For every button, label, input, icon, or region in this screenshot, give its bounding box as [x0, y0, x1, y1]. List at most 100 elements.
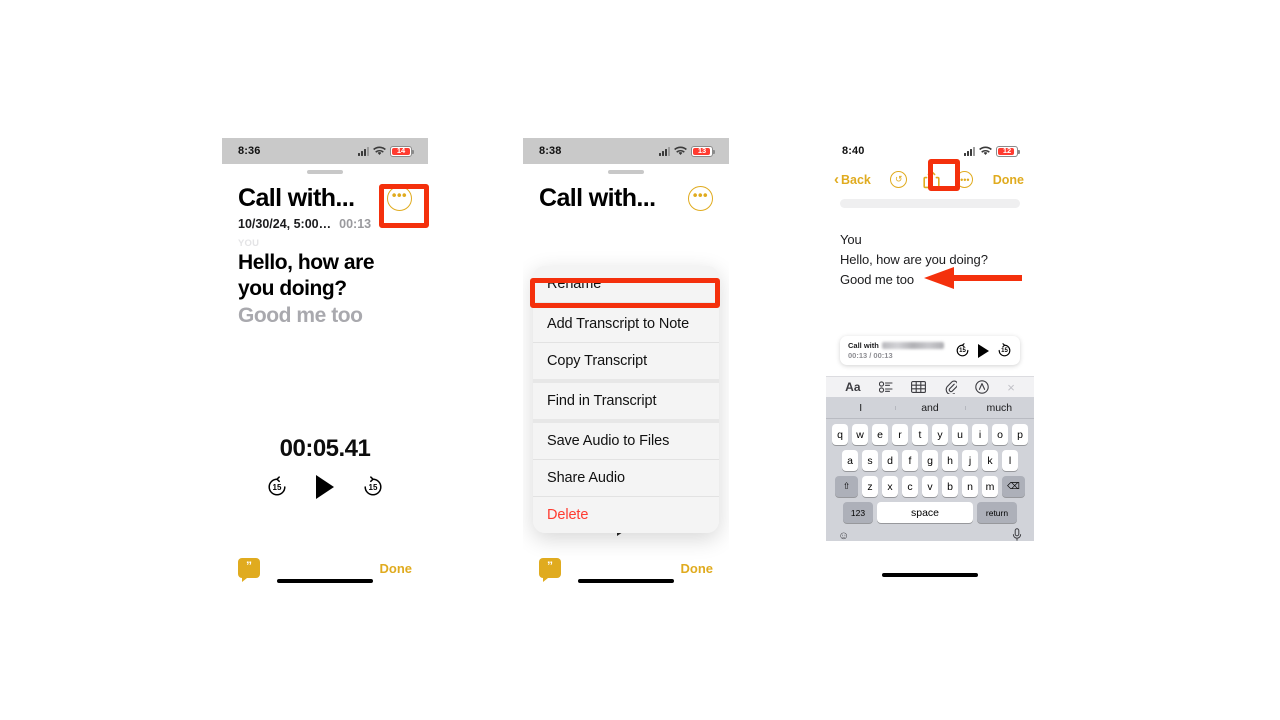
chip-time: 00:13 / 00:13 — [848, 351, 893, 360]
more-options-button[interactable]: ••• — [387, 186, 412, 211]
menu-item-copy-transcript[interactable]: Copy Transcript — [533, 343, 719, 383]
chevron-left-icon: ‹ — [834, 171, 839, 188]
shift-icon[interactable]: ⇧ — [835, 476, 858, 497]
key-g[interactable]: g — [922, 450, 938, 471]
share-icon[interactable] — [923, 170, 940, 189]
battery-level: 12 — [1002, 146, 1012, 156]
status-time: 8:36 — [238, 145, 261, 157]
key-q[interactable]: q — [832, 424, 848, 445]
key-d[interactable]: d — [882, 450, 898, 471]
menu-item-delete[interactable]: Delete — [533, 497, 719, 533]
emoji-icon[interactable]: ☺ — [838, 530, 849, 542]
key-z[interactable]: z — [862, 476, 878, 497]
table-icon[interactable] — [911, 381, 927, 393]
page-title: Call with... — [238, 184, 355, 212]
menu-item-share-audio[interactable]: Share Audio — [533, 460, 719, 497]
key-u[interactable]: u — [952, 424, 968, 445]
skip-forward-15-icon[interactable]: 15 — [362, 476, 384, 498]
skip-back-15-icon[interactable]: 15 — [955, 343, 970, 358]
keyboard-row-1: q w e r t y u i o p — [826, 424, 1034, 445]
key-b[interactable]: b — [942, 476, 958, 497]
keyboard-row-2: a s d f g h j k l — [826, 450, 1034, 471]
key-c[interactable]: c — [902, 476, 918, 497]
key-l[interactable]: l — [1002, 450, 1018, 471]
done-button[interactable]: Done — [380, 561, 413, 576]
text-format-icon[interactable]: Aa — [845, 380, 860, 394]
cellular-signal-icon — [358, 146, 369, 156]
key-r[interactable]: r — [892, 424, 908, 445]
wifi-icon — [979, 146, 992, 156]
menu-item-rename[interactable]: Rename — [533, 266, 719, 306]
home-indicator — [882, 573, 978, 577]
nav-actions: ↺ ••• — [890, 170, 974, 189]
done-button[interactable]: Done — [681, 561, 714, 576]
key-v[interactable]: v — [922, 476, 938, 497]
audio-attachment-chip[interactable]: Call with 00:13 / 00:13 15 15 — [840, 336, 1020, 365]
menu-item-add-transcript-to-note[interactable]: Add Transcript to Note — [533, 306, 719, 343]
suggestion-item[interactable]: I — [826, 402, 895, 414]
key-x[interactable]: x — [882, 476, 898, 497]
key-p[interactable]: p — [1012, 424, 1028, 445]
status-bar-phone2: 8:38 13 — [523, 138, 729, 164]
play-button[interactable] — [316, 475, 334, 499]
checklist-icon[interactable] — [878, 381, 893, 393]
undo-icon[interactable]: ↺ — [890, 171, 908, 188]
recording-title-row: Call with... ••• — [222, 174, 428, 213]
key-i[interactable]: i — [972, 424, 988, 445]
close-icon[interactable]: × — [1007, 380, 1015, 395]
backspace-icon[interactable]: ⌫ — [1002, 476, 1025, 497]
attachment-icon[interactable] — [945, 380, 957, 394]
skip-back-label: 15 — [272, 482, 282, 492]
more-options-button[interactable]: ••• — [688, 186, 713, 211]
phone-1-voice-memo: 8:36 14 Call with... ••• 10/30/24, 5:00… — [222, 138, 428, 584]
recording-sheet-phone2: Call with... ••• ” Done Rename Add Trans… — [523, 170, 729, 584]
microphone-icon[interactable] — [1012, 528, 1022, 544]
back-button[interactable]: ‹ Back — [834, 172, 871, 187]
key-j[interactable]: j — [962, 450, 978, 471]
suggestion-item[interactable]: much — [964, 402, 1034, 414]
key-w[interactable]: w — [852, 424, 868, 445]
key-o[interactable]: o — [992, 424, 1008, 445]
menu-item-find-in-transcript[interactable]: Find in Transcript — [533, 383, 719, 423]
return-key[interactable]: return — [977, 502, 1017, 523]
play-button[interactable] — [978, 343, 989, 358]
arrow-to-good-me-too — [924, 267, 1022, 289]
status-time: 8:38 — [539, 145, 562, 157]
key-s[interactable]: s — [862, 450, 878, 471]
space-key[interactable]: space — [877, 502, 973, 523]
transcript-toggle-icon[interactable]: ” — [238, 558, 260, 582]
key-h[interactable]: h — [942, 450, 958, 471]
status-indicators: 14 — [358, 145, 414, 157]
note-line: You — [840, 232, 862, 247]
recording-sheet-phone1: Call with... ••• 10/30/24, 5:00… 00:13 Y… — [222, 170, 428, 584]
cellular-signal-icon — [964, 146, 975, 156]
skip-forward-label: 15 — [1001, 347, 1008, 354]
key-e[interactable]: e — [872, 424, 888, 445]
transcript-text[interactable]: Hello, how are you doing? Good me too — [222, 249, 428, 329]
phone-2-context-menu: 8:38 13 Call with... ••• ” Done Rename A… — [523, 138, 729, 584]
suggestion-item[interactable]: and — [895, 402, 964, 414]
notes-nav-bar: ‹ Back ↺ ••• Done — [826, 164, 1034, 192]
keyboard-bottom-row: ☺ — [826, 523, 1034, 544]
transcript-toggle-icon[interactable]: ” — [539, 558, 561, 582]
menu-item-save-audio-to-files[interactable]: Save Audio to Files — [533, 423, 719, 460]
key-f[interactable]: f — [902, 450, 918, 471]
key-y[interactable]: y — [932, 424, 948, 445]
done-button[interactable]: Done — [993, 173, 1024, 187]
skip-forward-15-icon[interactable]: 15 — [997, 343, 1012, 358]
keyboard-row-3: ⇧ z x c v b n m ⌫ — [826, 476, 1034, 497]
key-a[interactable]: a — [842, 450, 858, 471]
key-n[interactable]: n — [962, 476, 978, 497]
key-t[interactable]: t — [912, 424, 928, 445]
key-m[interactable]: m — [982, 476, 998, 497]
numbers-key[interactable]: 123 — [843, 502, 873, 523]
skip-back-label: 15 — [959, 347, 966, 354]
home-indicator — [578, 579, 674, 583]
player-current-time: 00:05.41 — [279, 435, 371, 462]
markup-icon[interactable] — [975, 380, 989, 394]
skip-back-15-icon[interactable]: 15 — [266, 476, 288, 498]
key-k[interactable]: k — [982, 450, 998, 471]
status-time: 8:40 — [842, 145, 865, 157]
recording-duration: 00:13 — [339, 217, 372, 231]
more-icon[interactable]: ••• — [956, 171, 974, 188]
